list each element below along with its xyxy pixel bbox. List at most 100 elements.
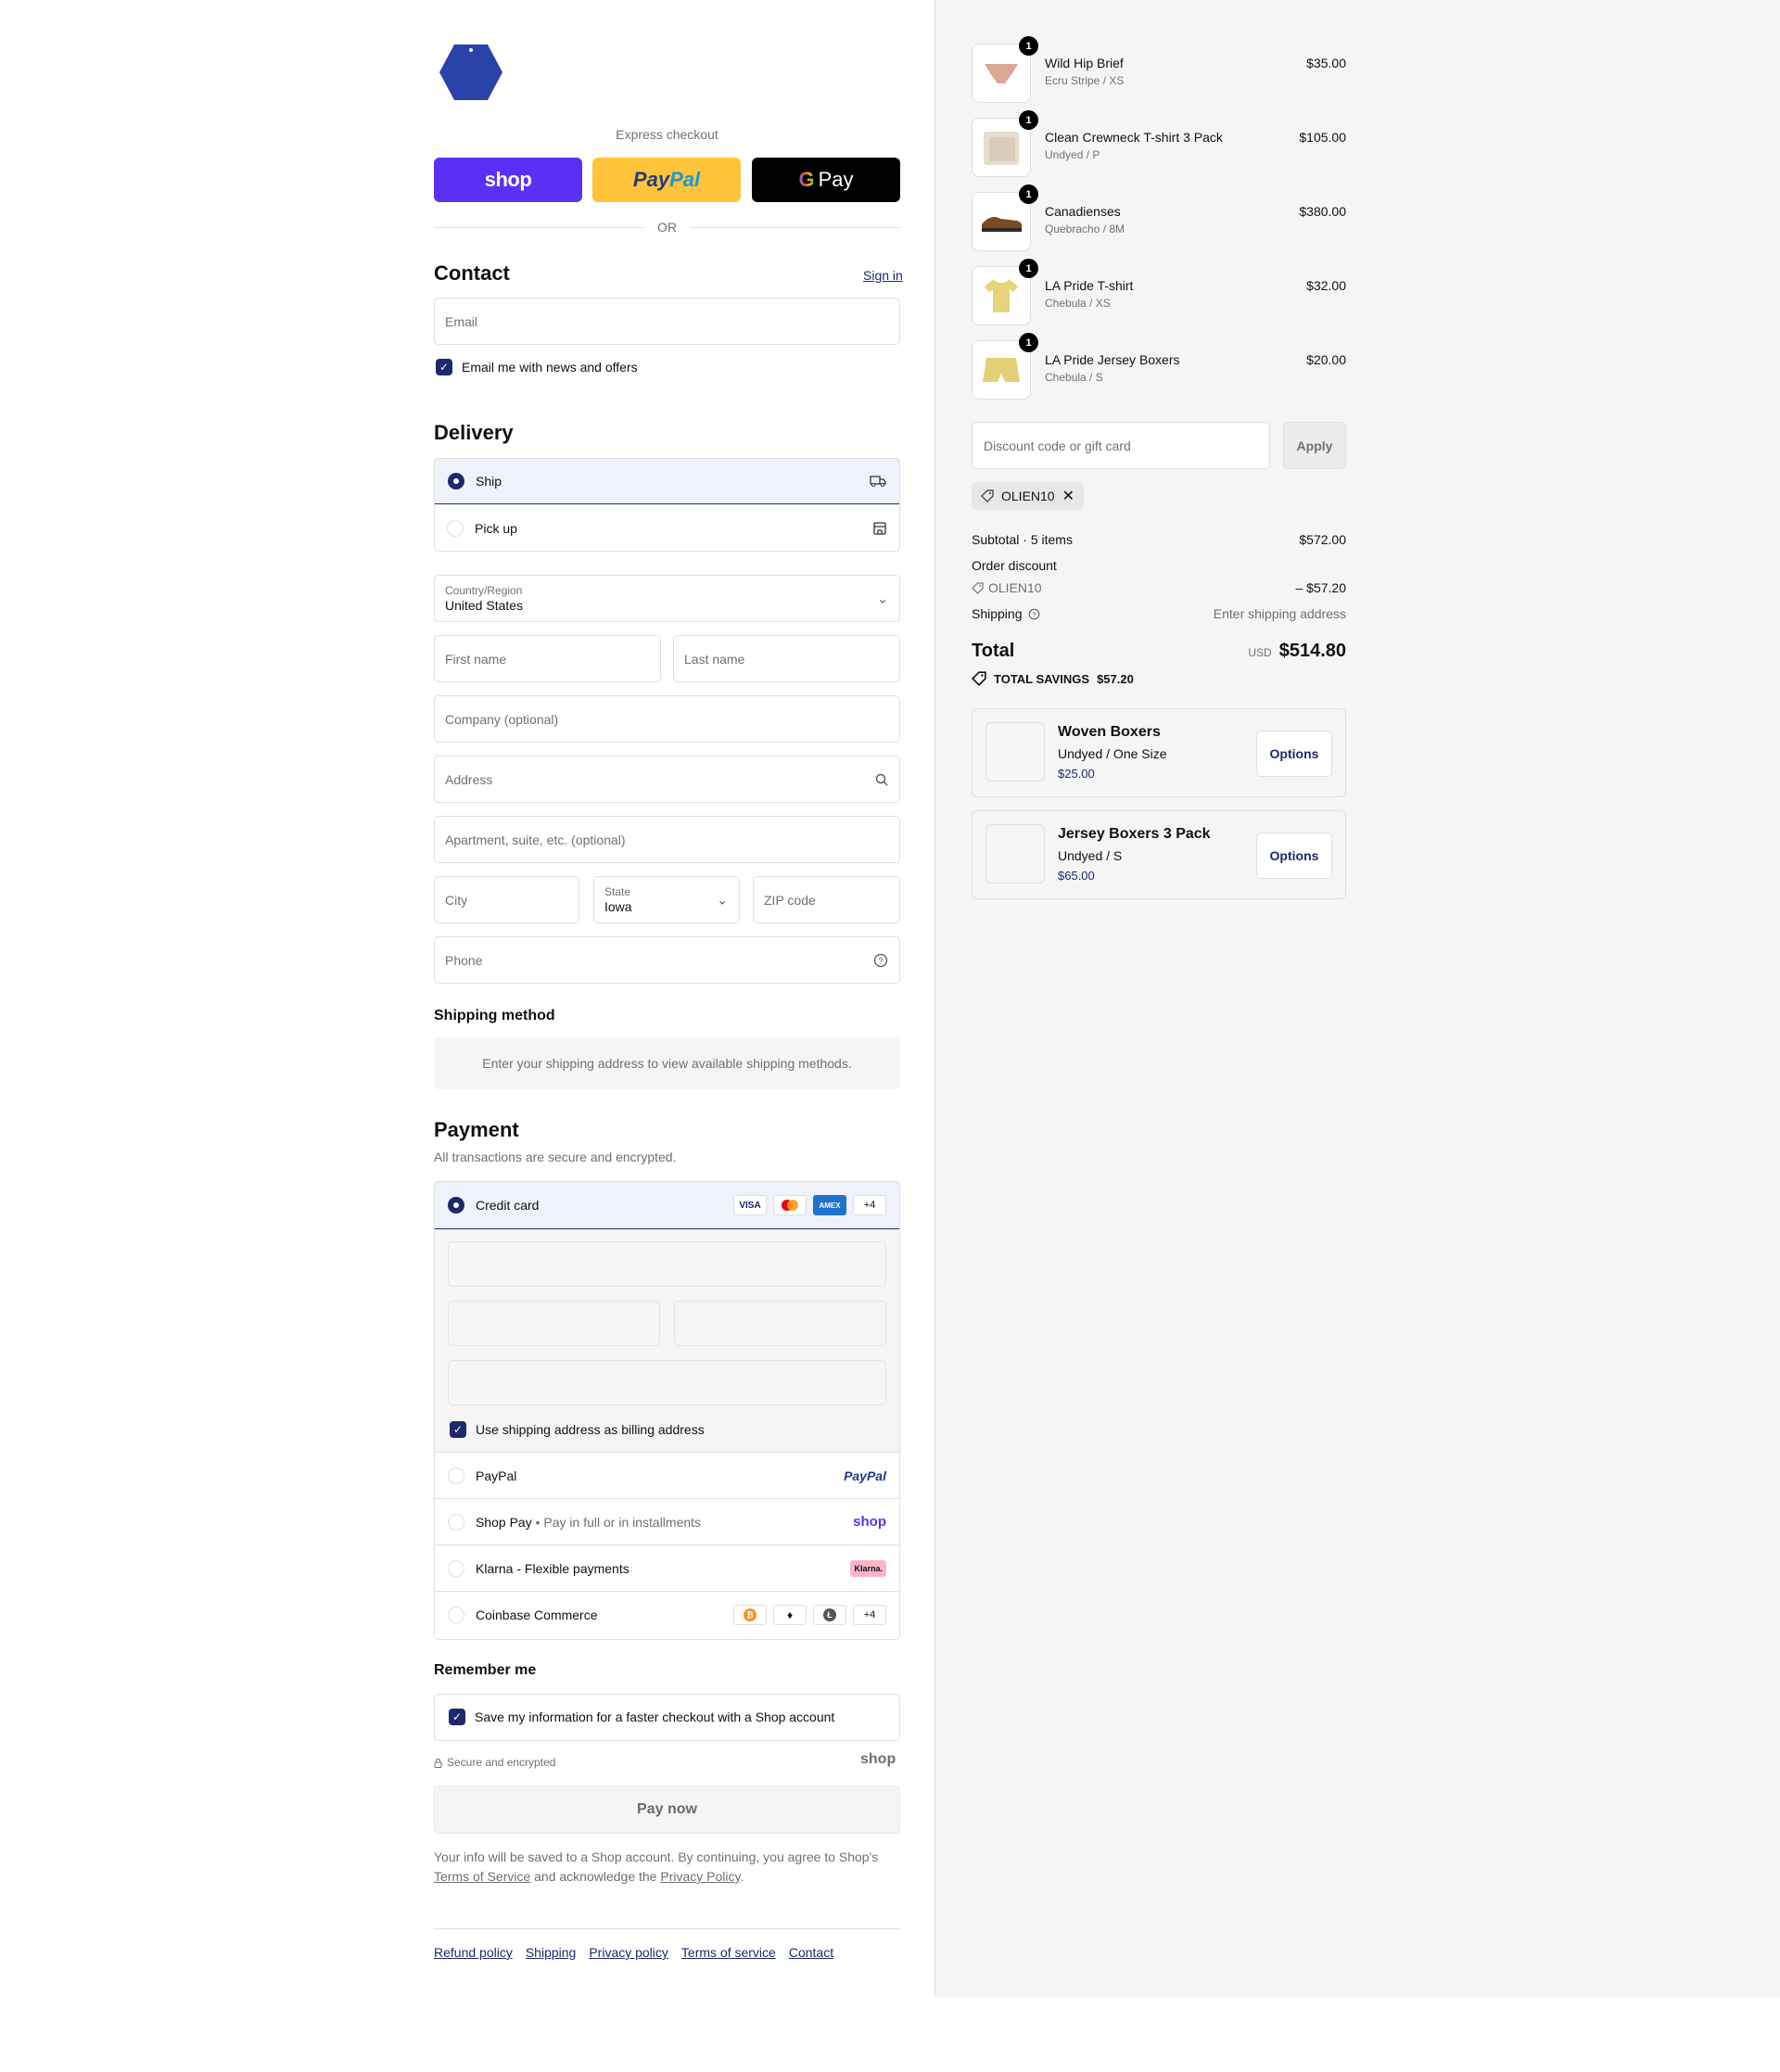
discount-code-input[interactable]: Discount code or gift card	[972, 422, 1270, 469]
shop-terms-link[interactable]: Terms of Service	[434, 1869, 530, 1884]
truck-icon	[870, 476, 886, 488]
paypal-button[interactable]: PayPal	[592, 158, 741, 202]
credit-card-option[interactable]: Credit card VISA AMEX +4	[435, 1182, 899, 1229]
refund-policy-link[interactable]: Refund policy	[434, 1945, 513, 1960]
upsell-name: Woven Boxers	[1058, 724, 1161, 740]
google-pay-button[interactable]: G Pay	[752, 158, 900, 202]
card-expiry-field[interactable]	[448, 1301, 660, 1346]
payment-options: Credit card VISA AMEX +4 ✓ Use shipping …	[434, 1181, 900, 1640]
more-cards-badge: +4	[853, 1195, 886, 1215]
item-price: $32.00	[1306, 278, 1346, 293]
billing-same-row[interactable]: ✓ Use shipping address as billing addres…	[450, 1421, 705, 1438]
delivery-title: Delivery	[434, 421, 514, 444]
help-icon[interactable]: ?	[873, 953, 888, 968]
save-info-checkbox[interactable]: ✓	[449, 1709, 465, 1725]
item-price: $380.00	[1299, 204, 1346, 219]
phone-field[interactable]: Phone ?	[434, 936, 900, 984]
card-cvc-field[interactable]	[674, 1301, 886, 1346]
terms-of-service-link[interactable]: Terms of service	[681, 1945, 776, 1960]
order-discount-label: Order discount	[972, 558, 1057, 573]
quantity-badge: 1	[1019, 110, 1038, 130]
more-crypto-badge: +4	[853, 1605, 886, 1625]
delivery-options: Ship Pick up	[434, 458, 900, 552]
upsell-card: Woven Boxers Undyed / One Size $25.00 Op…	[972, 708, 1346, 797]
shop-privacy-link[interactable]: Privacy Policy	[660, 1869, 740, 1884]
save-info-row[interactable]: ✓ Save my information for a faster check…	[449, 1709, 834, 1725]
country-select[interactable]: Country/Region United States ⌄	[434, 575, 900, 622]
paypal-radio[interactable]	[448, 1467, 464, 1484]
paypal-logo: PayPal	[844, 1468, 886, 1483]
first-name-field[interactable]: First name	[434, 635, 661, 682]
quantity-badge: 1	[1019, 259, 1038, 278]
coinbase-radio[interactable]	[448, 1607, 464, 1623]
page-bottom	[0, 1997, 1780, 2072]
zip-field[interactable]: ZIP code	[753, 876, 900, 923]
ship-label: Ship	[476, 474, 502, 489]
remove-discount-icon[interactable]: ✕	[1062, 487, 1074, 505]
contact-link[interactable]: Contact	[789, 1945, 833, 1960]
upsell-variant: Undyed / S	[1058, 848, 1123, 863]
klarna-label: Klarna - Flexible payments	[476, 1560, 629, 1576]
address-field[interactable]: Address	[434, 756, 900, 803]
contact-title: Contact	[434, 261, 510, 285]
shop-pay-button[interactable]: shop	[434, 158, 582, 202]
card-number-field[interactable]	[448, 1241, 886, 1287]
email-field[interactable]: Email	[434, 298, 900, 345]
last-name-placeholder: Last name	[684, 651, 745, 667]
paypal-option[interactable]: PayPal PayPal	[435, 1453, 899, 1499]
upsell-image	[985, 722, 1045, 782]
state-select[interactable]: State Iowa ⌄	[593, 876, 740, 923]
help-icon[interactable]: ?	[1028, 608, 1040, 620]
discount-code-label: OLIEN10	[1001, 489, 1055, 503]
item-name: LA Pride T-shirt	[1045, 278, 1134, 293]
tag-icon	[972, 581, 984, 594]
city-placeholder: City	[445, 892, 468, 908]
item-name: Wild Hip Brief	[1045, 56, 1124, 70]
item-variant: Quebracho / 8M	[1045, 222, 1125, 235]
pickup-radio[interactable]	[447, 520, 464, 537]
shop-pay-logo: shop	[484, 168, 532, 191]
payment-subtitle: All transactions are secure and encrypte…	[434, 1150, 677, 1164]
last-name-field[interactable]: Last name	[673, 635, 900, 682]
credit-card-label: Credit card	[476, 1198, 540, 1213]
coinbase-option[interactable]: Coinbase Commerce ₿ ♦ Ł +4	[435, 1592, 899, 1638]
pay-now-button[interactable]: Pay now	[434, 1786, 900, 1834]
credit-card-radio[interactable]	[448, 1197, 464, 1214]
klarna-option[interactable]: Klarna - Flexible payments Klarna.	[435, 1545, 899, 1592]
ship-option[interactable]: Ship	[435, 459, 899, 504]
privacy-policy-link[interactable]: Privacy policy	[589, 1945, 668, 1960]
company-field[interactable]: Company (optional)	[434, 695, 900, 743]
upsell-options-button[interactable]: Options	[1256, 731, 1332, 777]
or-label: OR	[657, 220, 677, 235]
news-checkbox-row[interactable]: ✓ Email me with news and offers	[436, 359, 638, 375]
shipping-method-notice: Enter your shipping address to view avai…	[434, 1037, 900, 1089]
country-value: United States	[445, 597, 524, 613]
upsell-options-button[interactable]: Options	[1256, 833, 1332, 879]
sign-in-link[interactable]: Sign in	[863, 268, 903, 283]
quantity-badge: 1	[1019, 333, 1038, 352]
bitcoin-icon: ₿	[733, 1605, 767, 1625]
email-placeholder: Email	[445, 313, 478, 329]
billing-same-checkbox[interactable]: ✓	[450, 1421, 466, 1438]
apply-discount-button[interactable]: Apply	[1283, 422, 1346, 469]
apartment-placeholder: Apartment, suite, etc. (optional)	[445, 832, 626, 847]
store-logo[interactable]	[438, 43, 504, 102]
ship-radio[interactable]	[448, 473, 464, 489]
shop-pay-radio[interactable]	[448, 1513, 464, 1531]
discount-code-row: OLIEN10 – $57.20	[972, 580, 1346, 595]
city-field[interactable]: City	[434, 876, 579, 923]
klarna-radio[interactable]	[448, 1559, 464, 1577]
google-g-icon: G	[798, 168, 815, 191]
pickup-label: Pick up	[475, 521, 517, 536]
shipping-link[interactable]: Shipping	[526, 1945, 577, 1960]
shop-pay-option[interactable]: Shop Pay • Pay in full or in installment…	[435, 1499, 899, 1545]
news-label: Email me with news and offers	[462, 360, 638, 375]
card-name-field[interactable]	[448, 1360, 886, 1405]
news-checkbox[interactable]: ✓	[436, 359, 452, 375]
save-info-label: Save my information for a faster checkou…	[475, 1710, 835, 1724]
first-name-placeholder: First name	[445, 651, 507, 667]
store-icon	[873, 522, 886, 535]
apartment-field[interactable]: Apartment, suite, etc. (optional)	[434, 816, 900, 863]
secure-note: Secure and encrypted	[434, 1756, 555, 1769]
pickup-option[interactable]: Pick up	[435, 505, 899, 551]
